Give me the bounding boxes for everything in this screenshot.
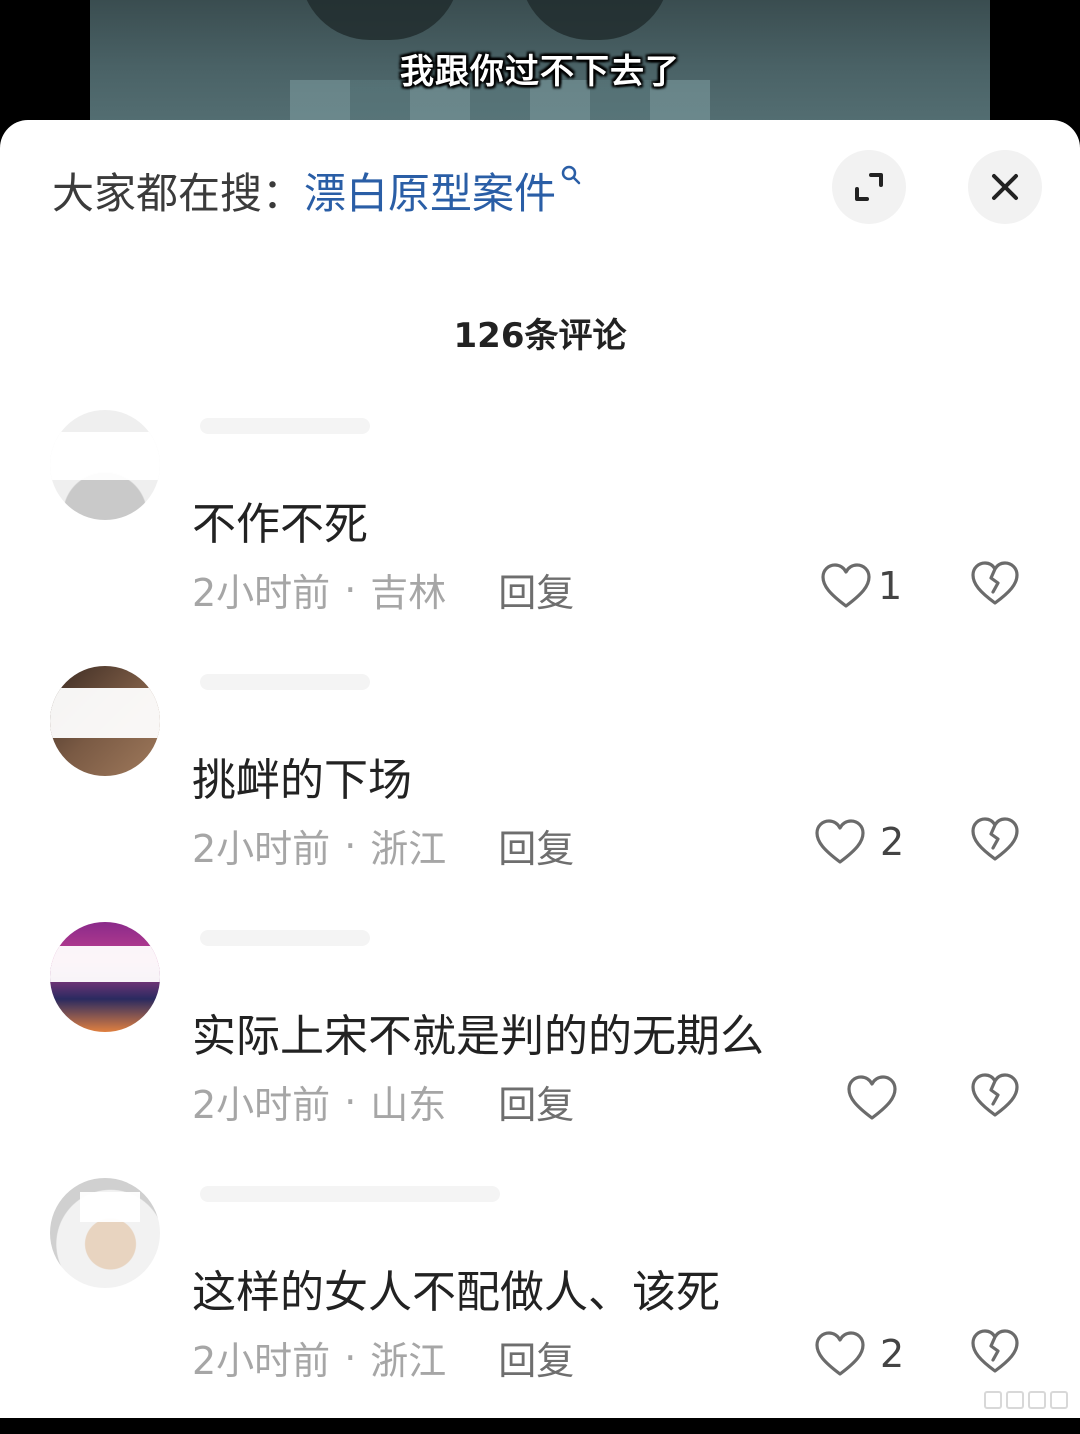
comment-time: 2小时前 <box>192 1083 331 1127</box>
comment-text: 这样的女人不配做人、该死 <box>192 1267 720 1318</box>
comment-item: 挑衅的下场 2小时前 · 浙江 回复 2 <box>0 666 1080 922</box>
avatar[interactable] <box>50 1178 160 1288</box>
video-figure <box>300 0 460 40</box>
comment-count: 126条评论 <box>453 316 627 356</box>
like-count: 2 <box>880 820 905 864</box>
comment-meta: 2小时前 · 浙江 回复 <box>192 1330 574 1385</box>
like-count: 1 <box>878 564 903 608</box>
comment-location: 山东 <box>370 1083 447 1127</box>
like-button[interactable]: 1 <box>820 556 902 616</box>
expand-icon <box>855 173 883 201</box>
reply-button[interactable]: 回复 <box>498 818 574 873</box>
close-icon <box>992 174 1018 200</box>
broken-heart-icon[interactable] <box>970 1326 1020 1376</box>
comment-text: 挑衅的下场 <box>192 755 412 806</box>
comment-location: 浙江 <box>370 1339 447 1383</box>
comment-location: 吉林 <box>370 571 447 615</box>
video-subtitle: 我跟你过不下去了 <box>400 52 680 92</box>
video-figure <box>520 0 670 40</box>
meta-separator: · <box>344 823 357 868</box>
avatar[interactable] <box>50 922 160 1032</box>
heart-icon <box>815 819 865 864</box>
comment-time: 2小时前 <box>192 1339 331 1383</box>
watermark <box>984 1390 1070 1410</box>
comment-item: 不作不死 2小时前 · 吉林 回复 1 <box>0 410 1080 666</box>
username-redacted <box>200 674 370 690</box>
heart-icon <box>847 1075 897 1120</box>
heart-icon <box>821 563 871 608</box>
comment-text: 不作不死 <box>192 499 368 550</box>
meta-separator: · <box>344 1335 357 1380</box>
meta-separator: · <box>344 1079 357 1124</box>
username-redacted <box>200 418 370 434</box>
trending-search[interactable]: 大家都在搜： 漂白原型案件 <box>52 160 582 220</box>
broken-heart-icon[interactable] <box>970 814 1020 864</box>
meta-separator: · <box>344 567 357 612</box>
comment-meta: 2小时前 · 山东 回复 <box>192 1074 574 1129</box>
reply-button[interactable]: 回复 <box>498 1074 574 1129</box>
comment-item: 这样的女人不配做人、该死 2小时前 · 浙江 回复 2 <box>0 1178 1080 1434</box>
reply-button[interactable]: 回复 <box>498 1330 574 1385</box>
like-button[interactable] <box>846 1068 904 1128</box>
comment-meta: 2小时前 · 浙江 回复 <box>192 818 574 873</box>
trending-search-term[interactable]: 漂白原型案件 <box>304 160 556 221</box>
comment-sheet: 大家都在搜： 漂白原型案件 126条评论 不作不死 2小时前 · 吉林 回复 1… <box>0 120 1080 1418</box>
expand-button[interactable] <box>832 150 906 224</box>
like-count: 2 <box>880 1332 905 1376</box>
close-button[interactable] <box>968 150 1042 224</box>
heart-icon <box>815 1331 865 1376</box>
search-icon <box>561 165 581 185</box>
comment-time: 2小时前 <box>192 571 331 615</box>
comment-time: 2小时前 <box>192 827 331 871</box>
username-redacted <box>200 930 370 946</box>
trending-search-label: 大家都在搜： <box>52 168 305 218</box>
like-button[interactable]: 2 <box>814 812 904 872</box>
reply-button[interactable]: 回复 <box>498 562 574 617</box>
avatar[interactable] <box>50 410 160 520</box>
username-redacted <box>200 1186 500 1202</box>
broken-heart-icon[interactable] <box>970 1070 1020 1120</box>
comment-meta: 2小时前 · 吉林 回复 <box>192 562 574 617</box>
like-button[interactable]: 2 <box>814 1324 904 1384</box>
comment-text: 实际上宋不就是判的的无期么 <box>192 1011 764 1062</box>
avatar[interactable] <box>50 666 160 776</box>
comment-item: 实际上宋不就是判的的无期么 2小时前 · 山东 回复 <box>0 922 1080 1178</box>
broken-heart-icon[interactable] <box>970 558 1020 608</box>
comment-location: 浙江 <box>370 827 447 871</box>
